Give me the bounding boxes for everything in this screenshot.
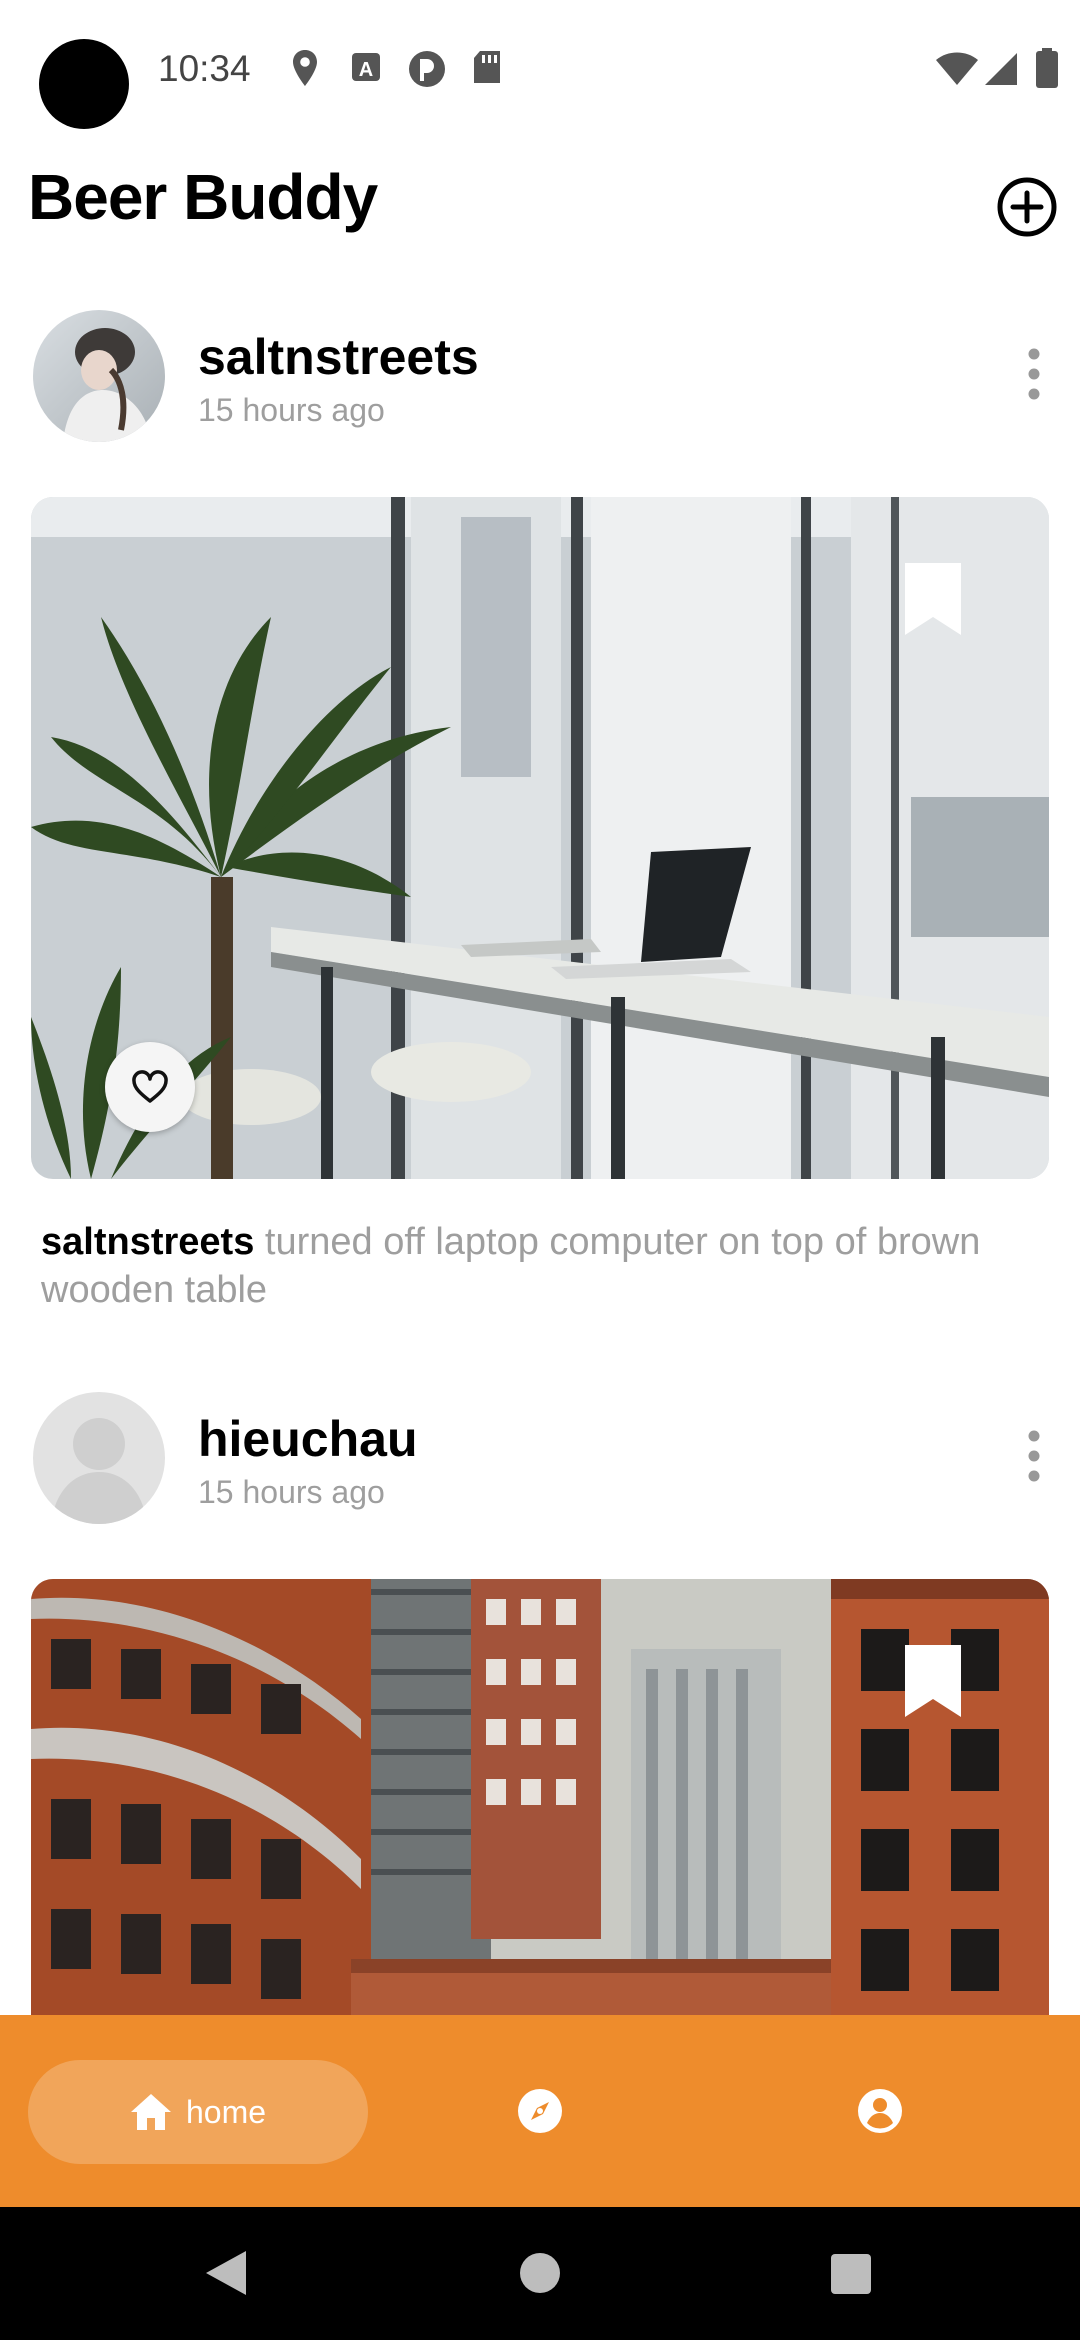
home-circle-icon[interactable] (518, 2251, 562, 2295)
status-time: 10:34 (158, 48, 251, 89)
status-bar: 10:34 A (0, 0, 1080, 140)
bookmark-icon[interactable] (903, 1643, 963, 1719)
cell-signal-icon (985, 53, 1017, 85)
like-button[interactable] (105, 1042, 195, 1132)
post-header: saltnstreets 15 hours ago (0, 310, 1080, 470)
more-options-icon[interactable] (1026, 348, 1042, 400)
heart-icon (132, 1070, 168, 1103)
profile-account-icon[interactable] (856, 2087, 904, 2135)
post-timestamp: 15 hours ago (198, 392, 385, 428)
nav-home-tab[interactable]: home (28, 2060, 368, 2164)
sd-card-icon (474, 51, 500, 83)
back-icon[interactable] (204, 2249, 248, 2297)
system-navigation-bar (0, 2207, 1080, 2340)
nav-home-label: home (185, 2093, 267, 2130)
post-header: hieuchau 15 hours ago (0, 1392, 1080, 1552)
caption-username[interactable]: saltnstreets (41, 1221, 254, 1263)
app-notification-icon (409, 51, 445, 87)
avatar-placeholder[interactable] (33, 1392, 165, 1524)
more-options-icon[interactable] (1026, 1430, 1042, 1482)
explore-compass-icon[interactable] (516, 2087, 564, 2135)
bottom-navigation: home (0, 2015, 1080, 2207)
add-post-icon[interactable] (996, 176, 1058, 238)
recents-icon[interactable] (830, 2253, 872, 2295)
app-bar: Beer Buddy (0, 140, 1080, 260)
avatar[interactable] (33, 310, 165, 442)
post-username[interactable]: saltnstreets (198, 328, 479, 386)
post-timestamp: 15 hours ago (198, 1474, 385, 1510)
bookmark-icon[interactable] (903, 561, 963, 637)
camera-cutout (39, 39, 129, 129)
font-a-icon: A (352, 53, 380, 81)
battery-icon (1036, 48, 1058, 88)
post-image[interactable] (31, 497, 1049, 1179)
post-username[interactable]: hieuchau (198, 1410, 417, 1468)
post-caption: saltnstreets turned off laptop computer … (41, 1218, 1001, 1314)
svg-text:A: A (359, 59, 373, 81)
location-icon (293, 50, 317, 86)
home-icon (130, 2094, 171, 2130)
app-title: Beer Buddy (28, 161, 378, 233)
wifi-icon (936, 52, 978, 85)
